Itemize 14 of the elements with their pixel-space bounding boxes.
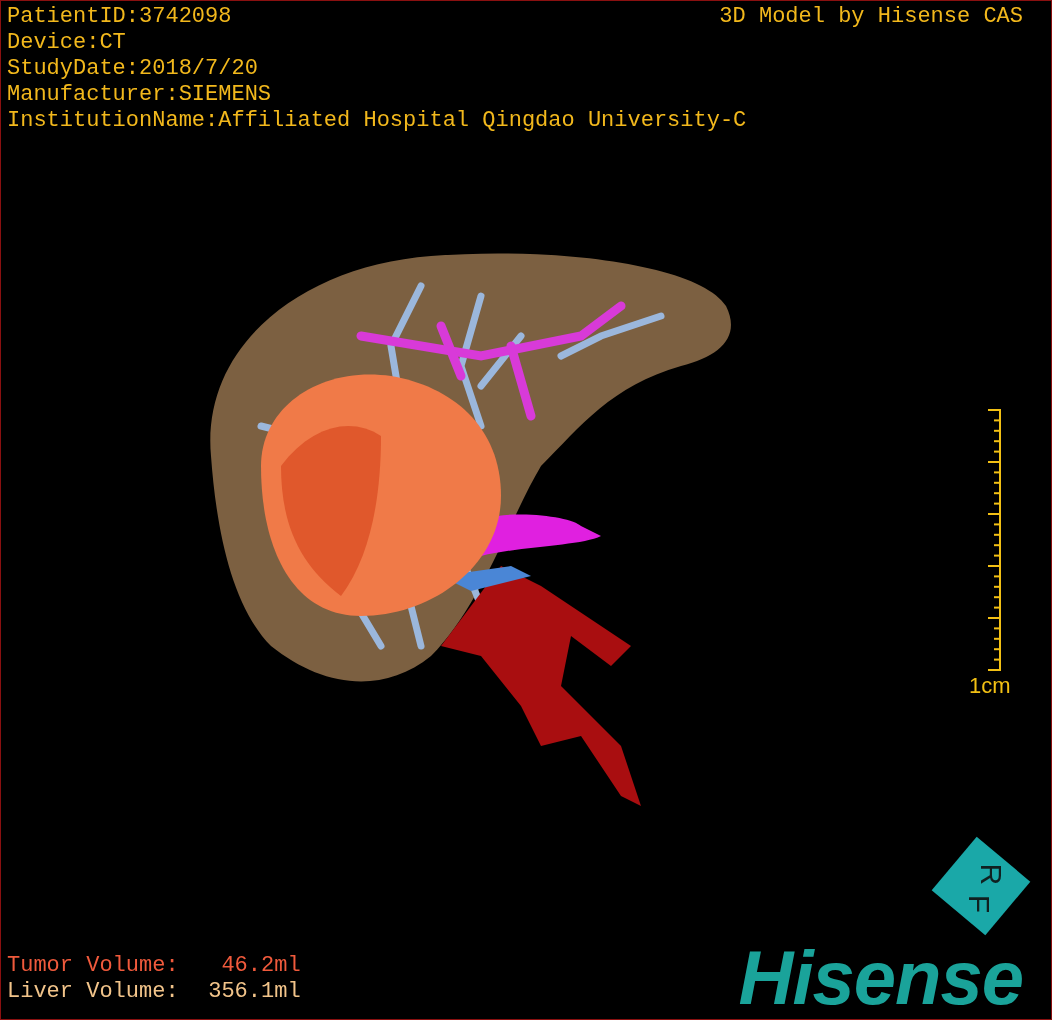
study-info-text: StudyDate:2018/7/20 xyxy=(7,56,258,82)
brand-logo: Hisense xyxy=(738,936,1023,1019)
study-info-text: InstitutionName:Affiliated Hospital Qingdao University-C xyxy=(7,108,747,134)
study-info-text: Device:CT xyxy=(7,30,126,56)
cube-face-label: F xyxy=(964,894,994,914)
cube-face-label: R xyxy=(975,863,1006,886)
study-info-text: PatientID:3742098 xyxy=(7,4,232,30)
credit-text: 3D Model by Hisense CAS xyxy=(719,4,1023,30)
scale-ruler-icon xyxy=(987,409,1002,671)
scale-label: 1cm xyxy=(969,673,1011,699)
volume-text: Liver Volume: 356.1ml xyxy=(7,979,301,1005)
volume-text: Tumor Volume: 46.2ml xyxy=(7,953,301,979)
orientation-cube[interactable]: R F xyxy=(931,836,1031,936)
study-info-text: Manufacturer:SIEMENS xyxy=(7,82,272,108)
